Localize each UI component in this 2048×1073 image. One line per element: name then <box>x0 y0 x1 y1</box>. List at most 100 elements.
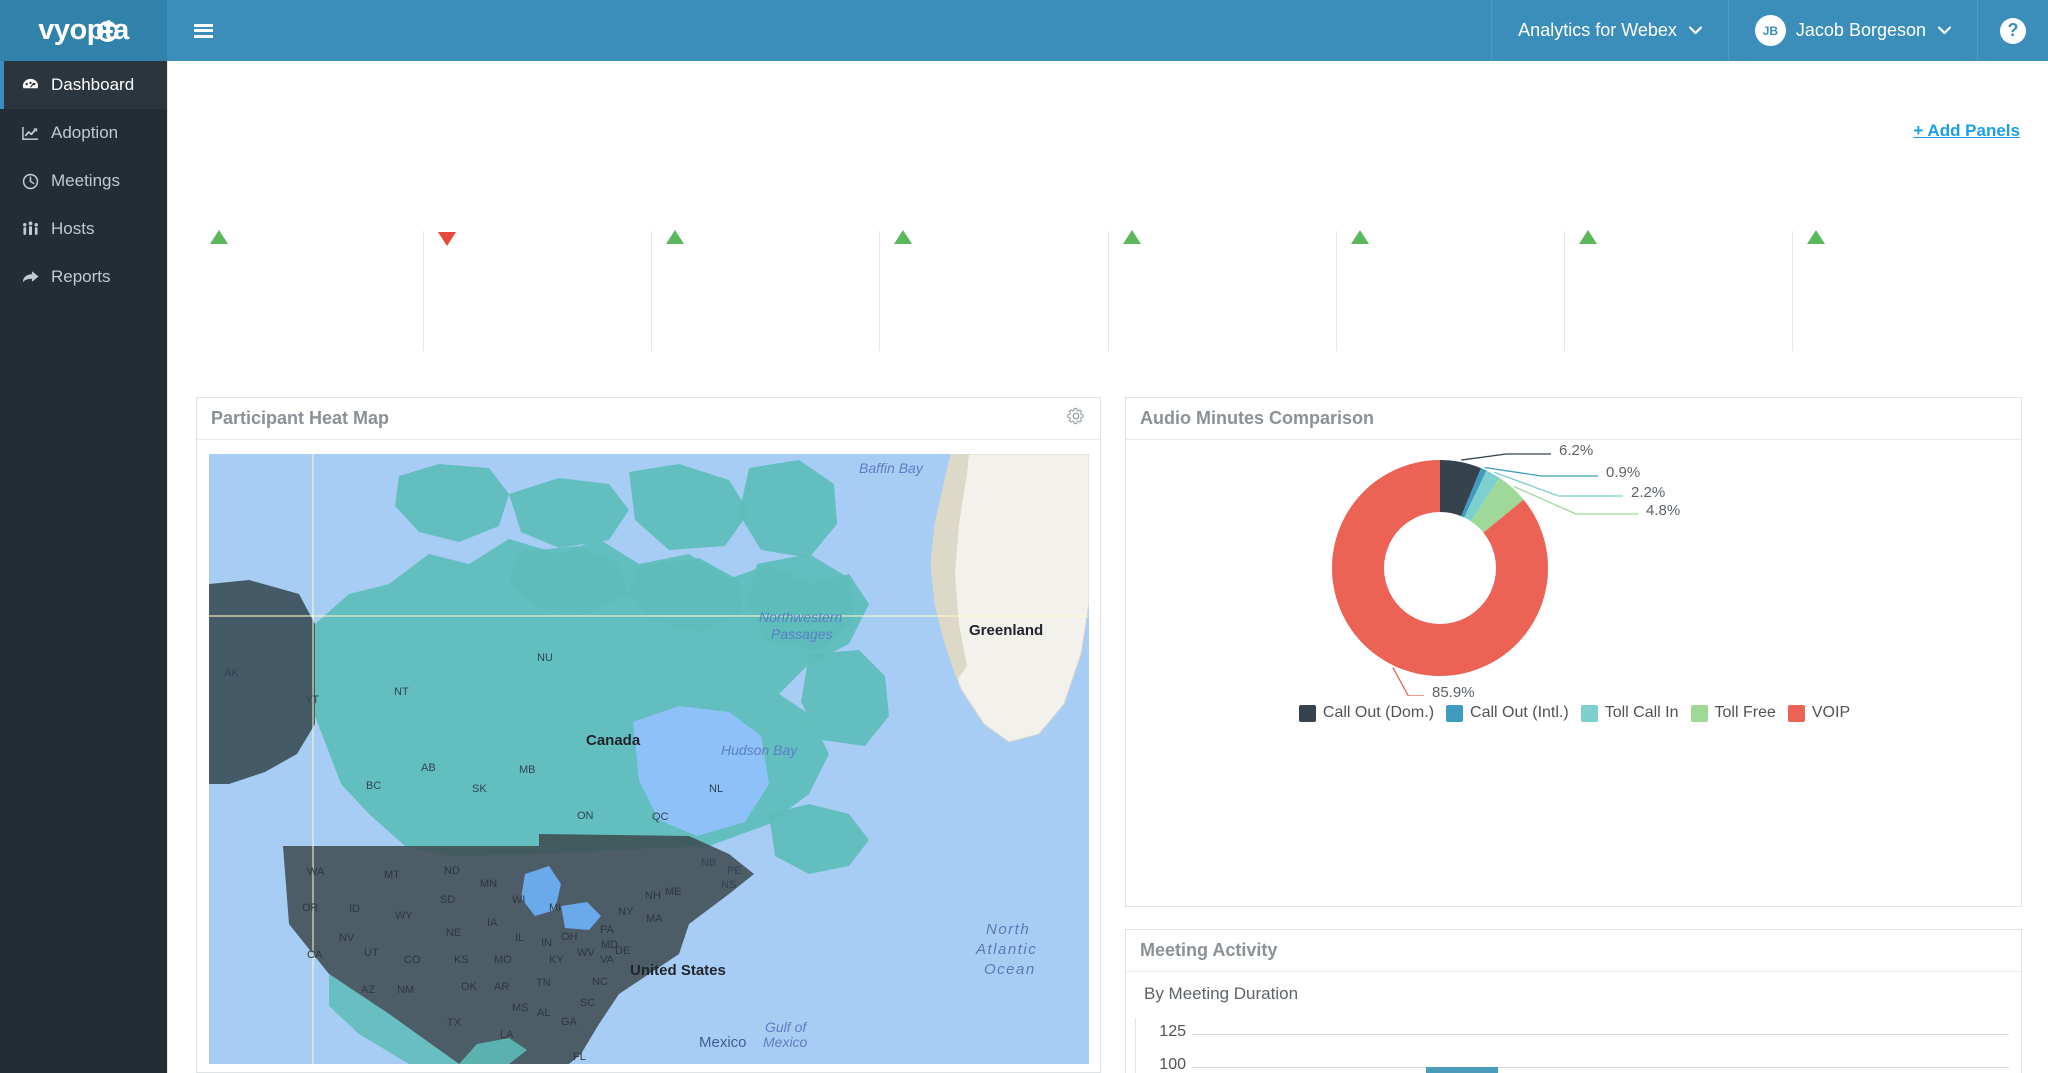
bar[interactable] <box>1426 1067 1498 1073</box>
donut-leader-line <box>1461 453 1551 461</box>
help-icon: ? <box>2000 17 2026 44</box>
kpi-card <box>424 231 653 351</box>
donut-slice-label: 85.9% <box>1432 684 1475 701</box>
gridline <box>1192 1034 2009 1035</box>
legend-label: Call Out (Dom.) <box>1322 704 1435 721</box>
page-title: Participant Heat Map <box>211 408 390 428</box>
sidebar-item-dashboard[interactable]: Dashboard <box>0 61 167 109</box>
kpi-summary-row <box>196 230 2020 351</box>
avatar-initials: JB <box>1762 23 1779 38</box>
kpi-card <box>1337 230 1565 351</box>
kpi-delta <box>666 230 688 245</box>
kpi-value-row <box>430 231 651 279</box>
map-canvas: Baffin Bay Greenland Northwestern Passages H… <box>209 454 1089 1064</box>
share-arrow-icon <box>20 268 41 287</box>
kpi-value-row <box>202 230 423 279</box>
donut-chart[interactable] <box>1254 446 1674 696</box>
kpi-card <box>1109 230 1337 351</box>
user-name-label: Jacob Borgeson <box>1795 20 1926 40</box>
brand-logo[interactable]: vyopta <box>0 0 167 61</box>
user-menu[interactable]: JB Jacob Borgeson <box>1727 0 1977 61</box>
kpi-value-row <box>658 230 879 279</box>
kpi-value-row <box>1343 230 1564 279</box>
donut-slice-label: 0.9% <box>1606 464 1641 481</box>
legend-label: Call Out (Intl.) <box>1470 704 1569 721</box>
sidebar-item-label: Dashboard <box>51 75 135 94</box>
sidebar-item-adoption[interactable]: Adoption <box>0 109 167 157</box>
kpi-value-row <box>886 230 1107 279</box>
main-content: + Add Panels Participant Heat Map Baffin… <box>167 61 2048 1073</box>
legend-swatch <box>1298 704 1316 722</box>
clock-icon <box>20 172 41 191</box>
dashboard-gauge-icon <box>20 76 41 95</box>
sidebar-navigation: Dashboard Adoption Meetings Hosts Report <box>0 61 167 1073</box>
legend-label: Toll Free <box>1714 704 1776 721</box>
donut-legend: Call Out (Dom.) Call Out (Intl.) Toll Call… <box>1126 704 2023 722</box>
trend-up-icon <box>1122 230 1141 244</box>
kpi-delta <box>1350 230 1373 245</box>
avatar: JB <box>1754 15 1786 46</box>
panel-header: Audio Minutes Comparison <box>1126 398 2021 440</box>
sidebar-item-meetings[interactable]: Meetings <box>0 157 167 205</box>
sidebar-item-reports[interactable]: Reports <box>0 253 167 301</box>
legend-item[interactable]: Call Out (Dom.) <box>1298 704 1435 722</box>
dashboard-page: vyopta Analytics for Webex JB Jacob Borg… <box>0 0 2048 1073</box>
panel-title: Meeting Activity <box>1140 940 1278 960</box>
legend-swatch <box>1580 704 1598 722</box>
kpi-card <box>1565 230 1793 351</box>
add-panels-row: + Add Panels <box>1913 121 2020 141</box>
trend-up-icon <box>666 230 685 244</box>
y-axis-tick-label: 100 <box>1159 1056 1186 1073</box>
legend-item[interactable]: Toll Free <box>1690 704 1776 722</box>
meeting-activity-panel: Meeting Activity By Meeting Duration 125… <box>1125 929 2022 1073</box>
help-label: ? <box>2007 20 2019 40</box>
trend-up-icon <box>894 230 913 244</box>
audio-minutes-comparison-panel: Audio Minutes Comparison 6.2% 0.9% 2.2% 4.8… <box>1125 397 2022 907</box>
kpi-delta <box>210 230 232 245</box>
trend-up-icon <box>210 230 228 244</box>
panel-header: Participant Heat Map <box>197 398 1100 440</box>
kpi-delta <box>438 231 460 246</box>
kpi-value-row <box>1571 230 1792 279</box>
legend-label: Toll Call In <box>1604 704 1679 721</box>
participant-heat-map-panel: Participant Heat Map Baffin Bay Greenlan… <box>196 397 1101 1073</box>
chart-subtitle: By Meeting Duration <box>1144 984 1299 1003</box>
chart-line-icon <box>20 124 41 143</box>
kpi-delta <box>1578 230 1601 245</box>
people-group-icon <box>20 220 41 239</box>
kpi-delta <box>1806 230 1829 245</box>
workspace-selector[interactable]: Analytics for Webex <box>1491 0 1728 61</box>
meeting-activity-chart[interactable]: 12510075 <box>1126 1018 2023 1073</box>
trend-down-icon <box>438 232 457 246</box>
help-button[interactable]: ? <box>1977 0 2048 61</box>
chevron-down-icon <box>1937 23 1952 38</box>
kpi-card <box>652 230 881 351</box>
panel-header: Meeting Activity <box>1126 930 2021 972</box>
legend-item[interactable]: Toll Call In <box>1580 704 1679 722</box>
sidebar-item-label: Hosts <box>51 219 95 238</box>
kpi-card <box>1793 230 2020 351</box>
donut-slice-label: 4.8% <box>1646 502 1681 519</box>
donut-slice-label: 2.2% <box>1631 484 1666 501</box>
legend-item[interactable]: Call Out (Intl.) <box>1446 704 1569 722</box>
trend-up-icon <box>1806 230 1825 244</box>
donut-slice-label: 6.2% <box>1559 442 1594 459</box>
kpi-value-row <box>1115 230 1336 279</box>
participant-heat-map[interactable]: Baffin Bay Greenland Northwestern Passages H… <box>209 454 1089 1064</box>
sidebar-item-label: Adoption <box>51 123 119 142</box>
panel-title: Audio Minutes Comparison <box>1140 408 1374 428</box>
chevron-down-icon <box>1688 23 1703 38</box>
legend-item[interactable]: VOIP <box>1787 704 1850 722</box>
top-navigation-bar: vyopta Analytics for Webex JB Jacob Borg… <box>0 0 2048 61</box>
legend-swatch <box>1446 704 1464 722</box>
kpi-card <box>196 230 425 351</box>
donut-leader-line <box>1513 485 1638 515</box>
gear-icon[interactable] <box>1066 406 1086 431</box>
hamburger-menu-icon[interactable] <box>167 0 239 61</box>
kpi-card <box>880 230 1109 351</box>
sidebar-item-hosts[interactable]: Hosts <box>0 205 167 253</box>
chart-left-border <box>1135 1018 1136 1073</box>
add-panels-button[interactable]: + Add Panels <box>1913 121 2020 140</box>
legend-swatch <box>1690 704 1708 722</box>
